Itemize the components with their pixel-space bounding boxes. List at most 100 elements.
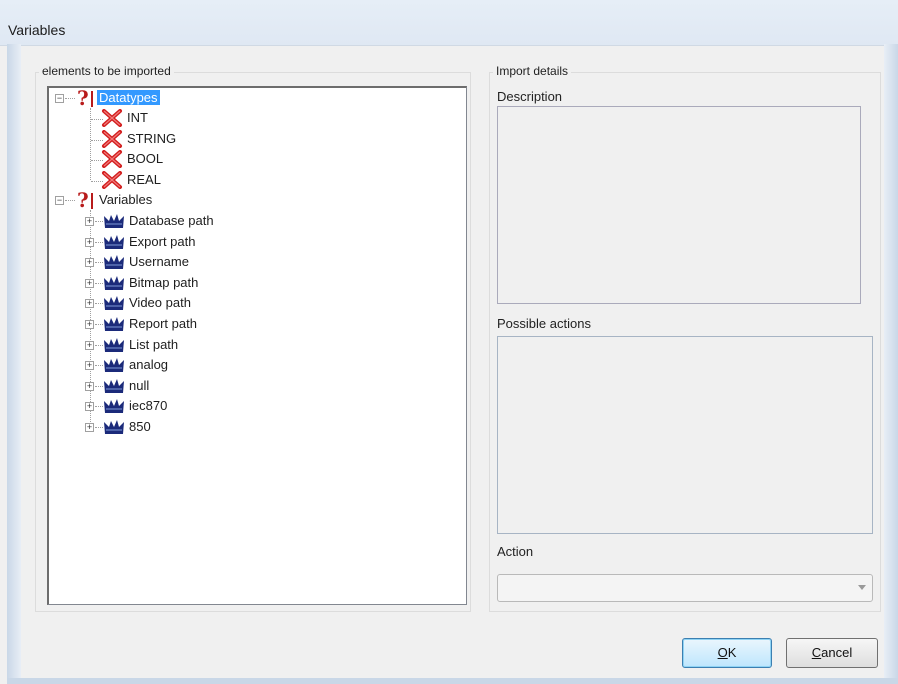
variable-icon xyxy=(104,276,124,290)
tree-node-label: Datatypes xyxy=(97,90,160,105)
tree-node-variable[interactable]: + Bitmap path xyxy=(85,274,325,294)
tree-node-label: Export path xyxy=(129,234,196,249)
elements-group-label: elements to be imported xyxy=(39,64,174,78)
tree-node-label: Username xyxy=(129,254,189,269)
tree-node-variable[interactable]: + Report path xyxy=(85,315,325,335)
tree-connector xyxy=(95,365,103,366)
tree-connector xyxy=(95,242,103,243)
red-x-error-icon xyxy=(102,109,122,127)
expand-icon[interactable]: + xyxy=(85,299,94,308)
tree-node-label: INT xyxy=(127,110,148,125)
tree-connector xyxy=(95,386,103,387)
tree-connector xyxy=(95,427,103,428)
tree-node-label: List path xyxy=(129,337,179,352)
tree-node-variables[interactable]: − ? Variables xyxy=(55,188,255,212)
tree-node-label: Bitmap path xyxy=(129,275,199,290)
tree-node-variable[interactable]: + analog xyxy=(85,356,325,376)
tree-connector xyxy=(95,303,103,304)
ok-button-label: K xyxy=(727,645,737,660)
action-label: Action xyxy=(497,544,534,559)
tree-connector xyxy=(95,406,103,407)
variable-icon xyxy=(104,338,124,352)
tree-node-int[interactable]: INT xyxy=(85,109,245,129)
window-frame-left xyxy=(7,44,21,684)
tree-connector xyxy=(95,221,103,222)
window-frame-bottom xyxy=(7,678,898,684)
tree-node-label: BOOL xyxy=(127,151,164,166)
cancel-button[interactable]: Cancel xyxy=(786,638,878,668)
expand-icon[interactable]: + xyxy=(85,402,94,411)
window-frame-right xyxy=(884,44,898,684)
tree-connector xyxy=(95,262,103,263)
tree-node-label: analog xyxy=(129,357,169,372)
tree-node-label: STRING xyxy=(127,131,177,146)
question-mark-icon: ? xyxy=(77,188,89,212)
chevron-down-icon xyxy=(858,585,866,590)
tree-node-real[interactable]: REAL xyxy=(85,171,245,191)
ok-button-mnemonic: O xyxy=(717,645,728,660)
action-dropdown[interactable] xyxy=(497,574,873,602)
tree-node-datatypes[interactable]: − ? Datatypes xyxy=(55,86,255,110)
title-bar[interactable]: Variables xyxy=(0,0,898,46)
tree-node-string[interactable]: STRING xyxy=(85,130,245,150)
variable-icon xyxy=(104,214,124,228)
tree-node-variable[interactable]: + List path xyxy=(85,336,325,356)
tree-node-label: Variables xyxy=(99,192,153,207)
tree-node-label: iec870 xyxy=(129,398,168,413)
possible-actions-label: Possible actions xyxy=(497,316,591,331)
expand-icon[interactable]: + xyxy=(85,423,94,432)
tree-connector xyxy=(95,283,103,284)
tree-node-variable[interactable]: + Export path xyxy=(85,233,325,253)
tree-node-variable[interactable]: + Database path xyxy=(85,212,325,232)
question-mark-icon-bar xyxy=(91,193,93,209)
collapse-icon[interactable]: − xyxy=(55,196,64,205)
question-mark-icon-bar xyxy=(91,91,93,107)
elements-tree[interactable]: − ? Datatypes INT STRING BOOL REAL − ? V… xyxy=(47,86,467,605)
tree-node-label: Video path xyxy=(129,295,191,310)
tree-node-variable[interactable]: + null xyxy=(85,377,325,397)
variable-icon xyxy=(104,235,124,249)
tree-node-label: Report path xyxy=(129,316,197,331)
tree-connector xyxy=(95,324,103,325)
expand-icon[interactable]: + xyxy=(85,238,94,247)
tree-node-label: REAL xyxy=(127,172,161,187)
variable-icon xyxy=(104,358,124,372)
tree-connector xyxy=(95,345,103,346)
red-x-error-icon xyxy=(102,150,122,168)
expand-icon[interactable]: + xyxy=(85,361,94,370)
import-details-group-label: Import details xyxy=(493,64,572,78)
dialog-client-area: elements to be imported − ? Datatypes IN… xyxy=(21,46,884,678)
tree-node-variable[interactable]: + iec870 xyxy=(85,397,325,417)
description-box xyxy=(497,106,861,304)
dialog-window: Variables elements to be imported − ? Da… xyxy=(0,0,898,684)
expand-icon[interactable]: + xyxy=(85,217,94,226)
description-label: Description xyxy=(497,89,563,104)
ok-button[interactable]: OK xyxy=(682,638,772,668)
possible-actions-list[interactable] xyxy=(497,336,873,534)
tree-node-bool[interactable]: BOOL xyxy=(85,150,245,170)
collapse-icon[interactable]: − xyxy=(55,94,64,103)
tree-node-variable[interactable]: + Video path xyxy=(85,294,325,314)
window-title: Variables xyxy=(8,22,66,38)
tree-node-variable[interactable]: +850 xyxy=(85,418,325,438)
tree-connector xyxy=(65,200,75,201)
tree-node-label: 850 xyxy=(129,419,151,434)
expand-icon[interactable]: + xyxy=(85,258,94,267)
cancel-button-label: ancel xyxy=(821,645,853,660)
question-mark-icon: ? xyxy=(77,86,89,110)
variable-icon xyxy=(104,255,124,269)
cancel-button-mnemonic: C xyxy=(811,645,822,660)
variable-icon xyxy=(104,379,124,393)
expand-icon[interactable]: + xyxy=(85,279,94,288)
red-x-error-icon xyxy=(102,171,122,189)
tree-node-label: Database path xyxy=(129,213,214,228)
variable-icon xyxy=(104,420,124,434)
tree-connector xyxy=(65,98,75,99)
tree-node-label: null xyxy=(129,378,150,393)
expand-icon[interactable]: + xyxy=(85,341,94,350)
red-x-error-icon xyxy=(102,130,122,148)
tree-node-variable[interactable]: + Username xyxy=(85,253,325,273)
expand-icon[interactable]: + xyxy=(85,382,94,391)
variable-icon xyxy=(104,296,124,310)
expand-icon[interactable]: + xyxy=(85,320,94,329)
